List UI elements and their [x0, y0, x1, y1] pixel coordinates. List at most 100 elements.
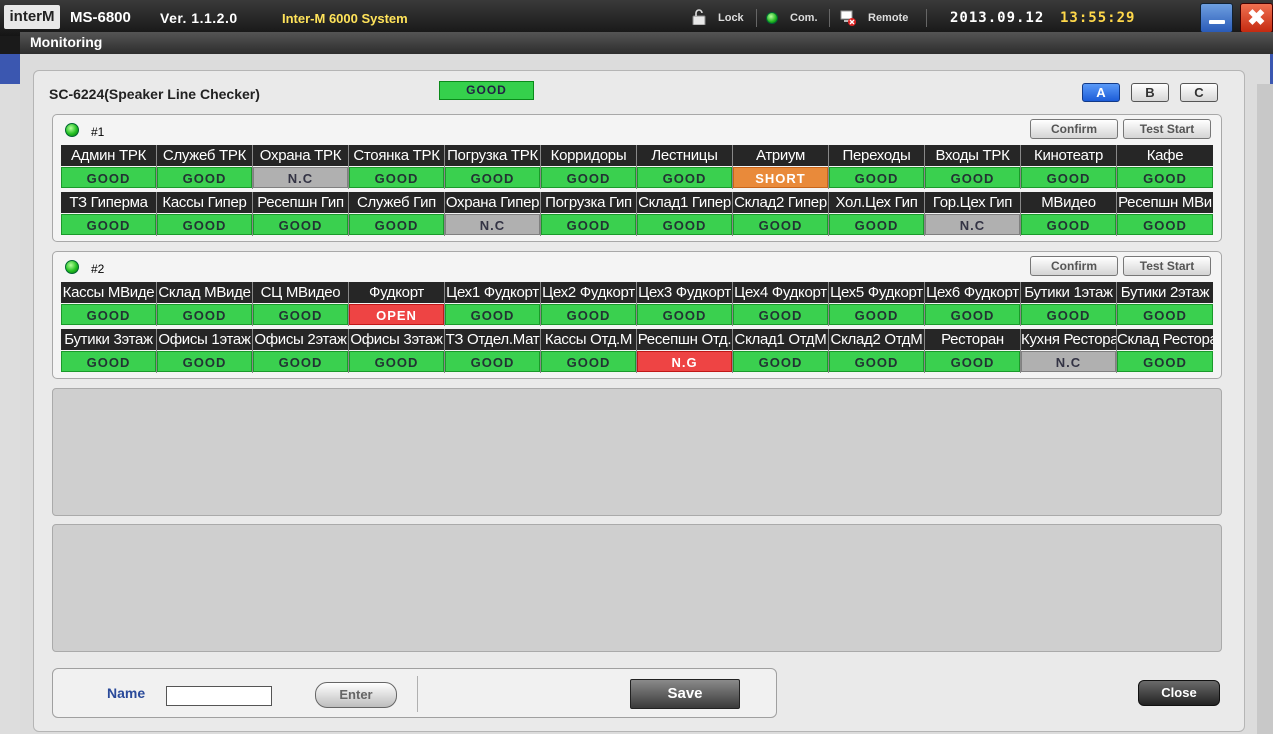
channel-cell[interactable]: Склад РесторанGOOD [1117, 329, 1213, 373]
channel-status: GOOD [157, 351, 252, 372]
channel-cell[interactable]: Служеб ТРК GOOD [157, 145, 253, 189]
channel-cell[interactable]: ТЗ Отдел.Мат GOOD [445, 329, 541, 373]
checker-title: SC-6224(Speaker Line Checker) [49, 86, 260, 102]
minimize-button[interactable] [1200, 3, 1233, 33]
channel-name: Бутики 1этаж [1021, 282, 1116, 303]
channel-cell[interactable]: Кафе GOOD [1117, 145, 1213, 189]
channel-cell[interactable]: Цех4 Фудкорт GOOD [733, 282, 829, 326]
channel-cell[interactable]: Кассы Гипер GOOD [157, 192, 253, 236]
lock-icon[interactable] [692, 9, 706, 25]
channel-cell[interactable]: Офисы 3этаж GOOD [349, 329, 445, 373]
channel-cell[interactable]: Склад1 Гипер GOOD [637, 192, 733, 236]
channel-cell[interactable]: Кассы Отд.М GOOD [541, 329, 637, 373]
channel-name: Цех6 Фудкорт [925, 282, 1020, 303]
channel-name: Склад МВиде [157, 282, 252, 303]
name-input[interactable] [166, 686, 272, 706]
channel-cell[interactable]: Бутики 3этаж GOOD [61, 329, 157, 373]
name-label: Name [107, 685, 146, 701]
channel-cell[interactable]: Цех5 Фудкорт GOOD [829, 282, 925, 326]
channel-cell[interactable]: Цех2 Фудкорт GOOD [541, 282, 637, 326]
channel-cell[interactable]: Склад2 ОтдМ GOOD [829, 329, 925, 373]
channel-cell[interactable]: МВидео GOOD [1021, 192, 1117, 236]
channel-name: Офисы 1этаж [157, 329, 252, 350]
channel-name: Фудкорт [349, 282, 444, 303]
channel-name: Охрана Гипер [445, 192, 540, 213]
channel-status: GOOD [541, 167, 636, 188]
save-button[interactable]: Save [630, 679, 740, 709]
channel-cell[interactable]: Гор.Цех Гип N.C [925, 192, 1021, 236]
channel-name: Охрана ТРК [253, 145, 348, 166]
channel-status: GOOD [349, 351, 444, 372]
channel-cell[interactable]: Цех1 Фудкорт GOOD [445, 282, 541, 326]
channel-cell[interactable]: ТЗ Гиперма GOOD [61, 192, 157, 236]
version-label: Ver. 1.1.2.0 [160, 10, 238, 26]
channel-cell[interactable]: Охрана ТРК N.C [253, 145, 349, 189]
close-window-button[interactable]: ✖ [1240, 3, 1273, 33]
channel-name: Кухня Ресторан [1021, 329, 1116, 350]
channel-cell[interactable]: Ресепшн Гип GOOD [253, 192, 349, 236]
channel-name: МВидео [1021, 192, 1116, 213]
channel-cell[interactable]: Атриум SHORT [733, 145, 829, 189]
model-name: MS-6800 [70, 9, 131, 26]
channel-status: GOOD [1117, 304, 1213, 325]
channel-status: GOOD [541, 351, 636, 372]
channel-cell[interactable]: Корридоры GOOD [541, 145, 637, 189]
channel-cell[interactable]: Лестницы GOOD [637, 145, 733, 189]
channel-cell[interactable]: Погрузка ТРК GOOD [445, 145, 541, 189]
page-button-a[interactable]: A [1082, 83, 1120, 102]
channel-status: GOOD [1117, 351, 1213, 372]
channel-cell[interactable]: Фудкорт OPEN [349, 282, 445, 326]
channel-status: GOOD [157, 304, 252, 325]
empty-group-slot [52, 388, 1222, 516]
channel-name: Лестницы [637, 145, 732, 166]
channel-cell[interactable]: Кухня Ресторан N.C [1021, 329, 1117, 373]
channel-row: Админ ТРК GOOD Служеб ТРК GOOD Охрана ТРК N.C… [61, 145, 1215, 189]
channel-cell[interactable]: Склад1 ОтдМ GOOD [733, 329, 829, 373]
channel-cell[interactable]: Ресторан GOOD [925, 329, 1021, 373]
channel-name: Офисы 3этаж [349, 329, 444, 350]
channel-cell[interactable]: Входы ТРК GOOD [925, 145, 1021, 189]
channel-cell[interactable]: Служеб Гип GOOD [349, 192, 445, 236]
channel-cell[interactable]: Кассы МВиде GOOD [61, 282, 157, 326]
channel-status: GOOD [61, 214, 156, 235]
current-time: 13:55:29 [1060, 10, 1136, 26]
channel-cell[interactable]: Ресепшн Отд. N.G [637, 329, 733, 373]
channel-cell[interactable]: Охрана Гипер N.C [445, 192, 541, 236]
channel-cell[interactable]: Ресепшн МВи GOOD [1117, 192, 1213, 236]
channel-cell[interactable]: Бутики 2этаж GOOD [1117, 282, 1213, 326]
page-button-c[interactable]: C [1180, 83, 1218, 102]
remote-disconnected-icon[interactable] [840, 10, 856, 26]
close-button[interactable]: Close [1138, 680, 1220, 706]
test-start-button[interactable]: Test Start [1123, 256, 1211, 276]
test-start-button[interactable]: Test Start [1123, 119, 1211, 139]
channel-cell[interactable]: СЦ МВидео GOOD [253, 282, 349, 326]
channel-status: N.C [445, 214, 540, 235]
channel-cell[interactable]: Кинотеатр GOOD [1021, 145, 1117, 189]
channel-cell[interactable]: Офисы 2этаж GOOD [253, 329, 349, 373]
channel-cell[interactable]: Хол.Цех Гип GOOD [829, 192, 925, 236]
channel-cell[interactable]: Склад2 Гипер GOOD [733, 192, 829, 236]
channel-cell[interactable]: Цех6 Фудкорт GOOD [925, 282, 1021, 326]
channel-status: GOOD [829, 214, 924, 235]
channel-cell[interactable]: Админ ТРК GOOD [61, 145, 157, 189]
title-bar: interM MS-6800 Ver. 1.1.2.0 Inter-M 6000… [0, 0, 1273, 36]
remote-label[interactable]: Remote [868, 12, 908, 24]
channel-name: Кассы Гипер [157, 192, 252, 213]
channel-status: GOOD [637, 167, 732, 188]
channel-cell[interactable]: Бутики 1этаж GOOD [1021, 282, 1117, 326]
channel-status: GOOD [349, 167, 444, 188]
enter-button[interactable]: Enter [315, 682, 397, 708]
channel-cell[interactable]: Офисы 1этаж GOOD [157, 329, 253, 373]
channel-cell[interactable]: Цех3 Фудкорт GOOD [637, 282, 733, 326]
channel-cell[interactable]: Погрузка Гип GOOD [541, 192, 637, 236]
channel-cell[interactable]: Стоянка ТРК GOOD [349, 145, 445, 189]
channel-name: Стоянка ТРК [349, 145, 444, 166]
channel-name: Входы ТРК [925, 145, 1020, 166]
channel-cell[interactable]: Переходы GOOD [829, 145, 925, 189]
channel-cell[interactable]: Склад МВиде GOOD [157, 282, 253, 326]
channel-name: Бутики 2этаж [1117, 282, 1213, 303]
page-button-b[interactable]: B [1131, 83, 1169, 102]
confirm-button[interactable]: Confirm [1030, 119, 1118, 139]
lock-label[interactable]: Lock [718, 12, 744, 24]
confirm-button[interactable]: Confirm [1030, 256, 1118, 276]
